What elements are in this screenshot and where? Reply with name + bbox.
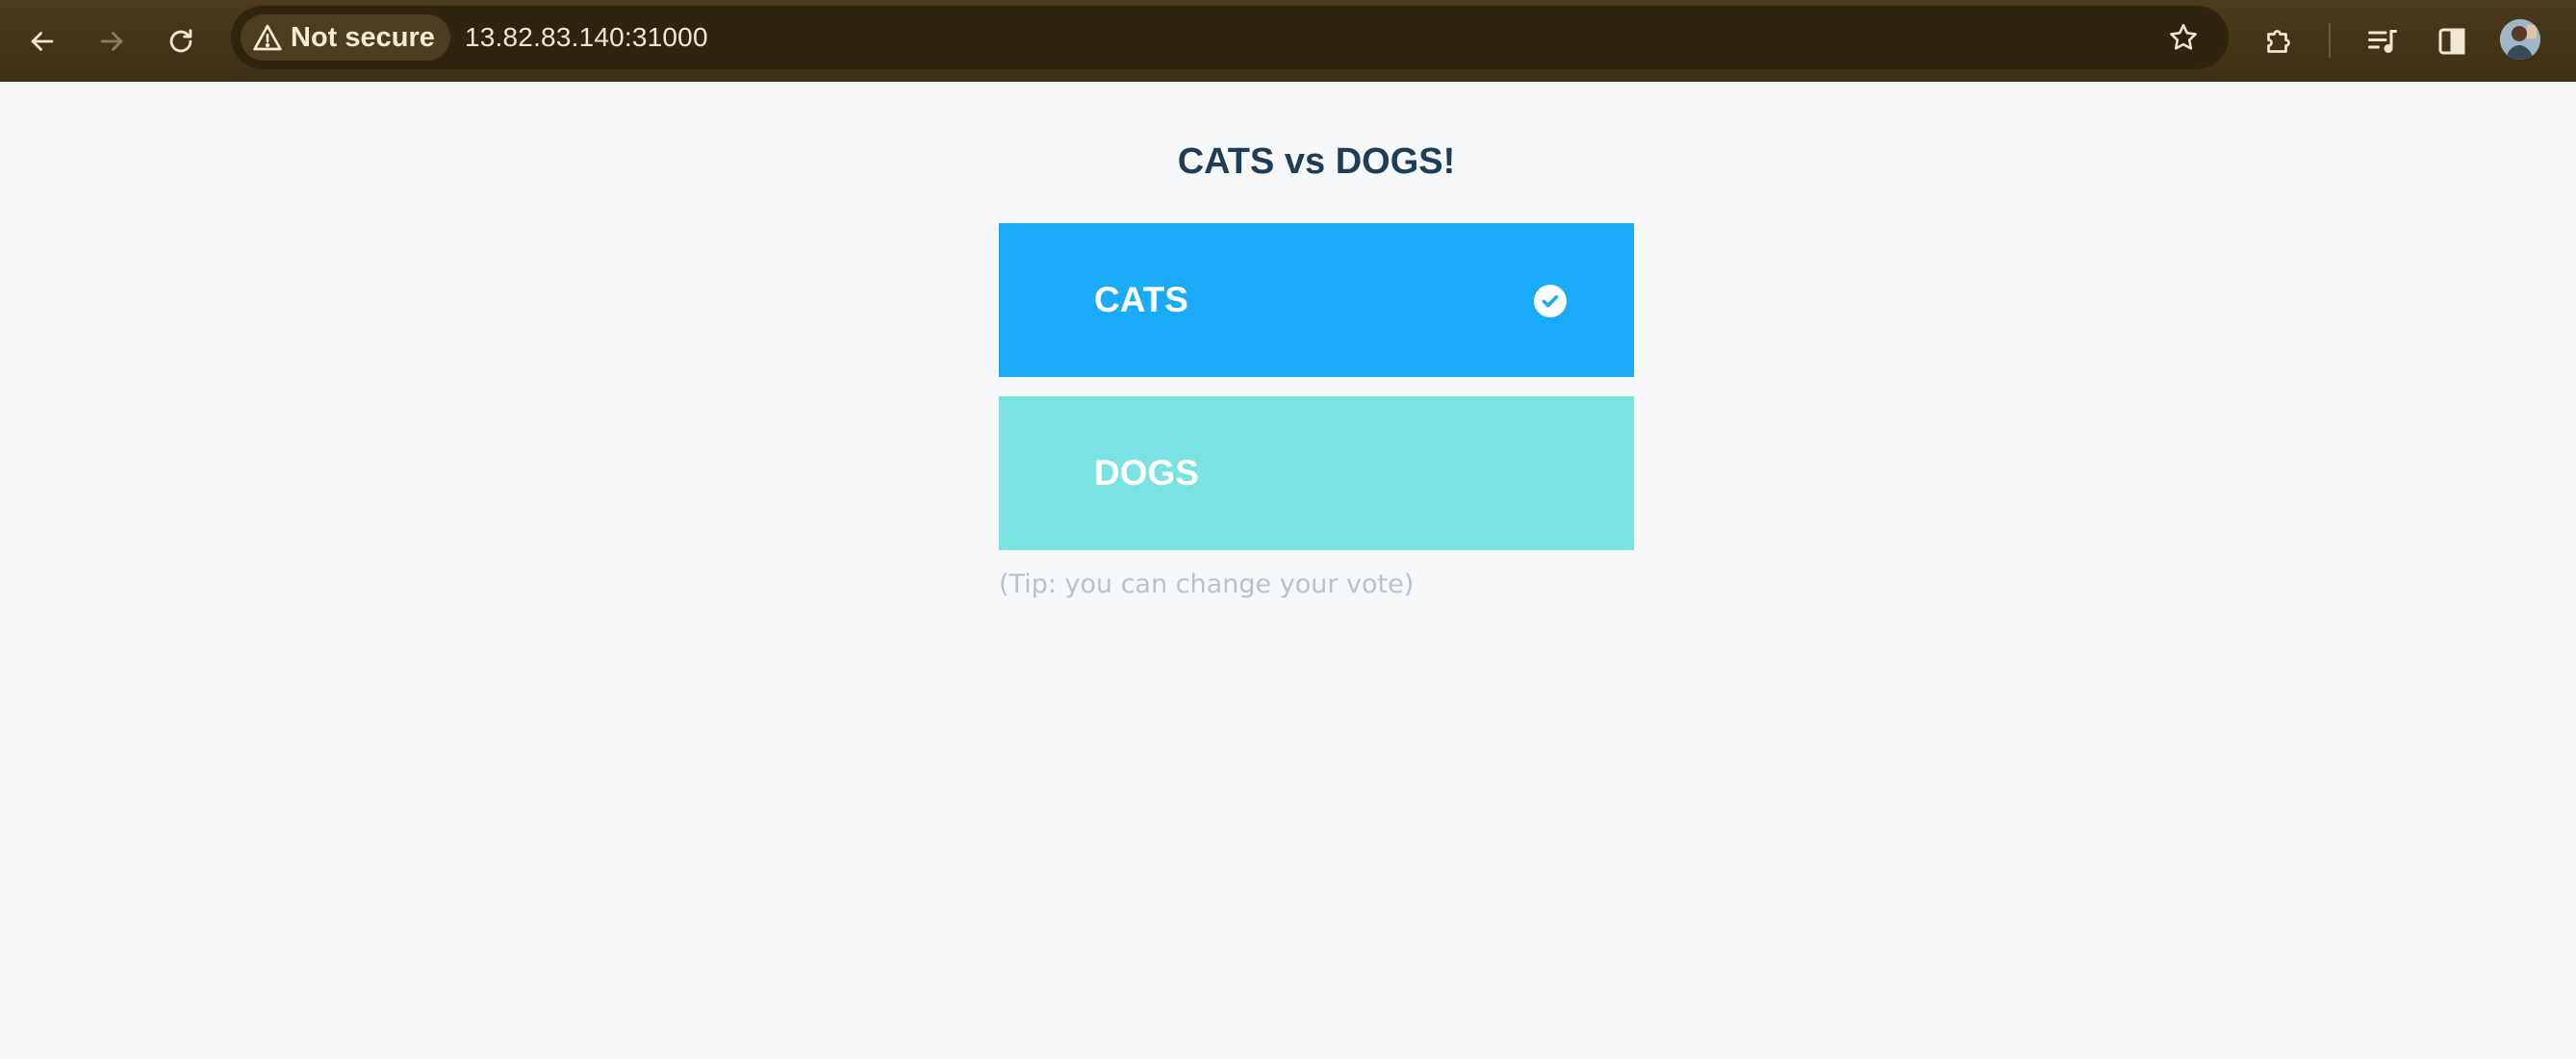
reload-icon <box>169 29 192 53</box>
vote-cats-label: CATS <box>1094 280 1188 319</box>
tip-text: (Tip: you can change your vote) <box>999 569 1415 599</box>
security-label: Not secure <box>291 21 435 53</box>
extensions-button[interactable] <box>2253 15 2305 67</box>
page-title: CATS vs DOGS! <box>1177 141 1456 182</box>
extensions-icon <box>2267 30 2290 53</box>
check-circle-icon <box>1534 285 1567 317</box>
vote-dogs-button[interactable]: DOGS <box>999 396 1634 550</box>
profile-avatar[interactable] <box>2500 19 2540 60</box>
media-controls-icon <box>2368 30 2397 53</box>
star-icon <box>2170 23 2197 50</box>
side-panel-button[interactable] <box>2426 15 2478 67</box>
security-indicator[interactable]: Not secure <box>241 14 450 61</box>
forward-button[interactable] <box>86 15 138 67</box>
address-bar[interactable]: Not secure 13.82.83.140:31000 <box>231 6 2229 69</box>
side-panel-icon <box>2438 28 2465 55</box>
avatar-image <box>2500 19 2540 60</box>
vote-dogs-label: DOGS <box>1094 453 1199 492</box>
back-arrow-icon <box>31 32 54 51</box>
reload-button[interactable] <box>155 15 207 67</box>
vote-cats-button[interactable]: CATS <box>999 223 1634 377</box>
back-button[interactable] <box>16 15 68 67</box>
warning-icon <box>253 24 282 51</box>
page-content: CATS vs DOGS! CATS DOGS (Tip: you can ch… <box>0 82 2576 1059</box>
bookmark-button[interactable] <box>2163 17 2204 58</box>
toolbar-separator <box>2329 23 2331 58</box>
url-text[interactable]: 13.82.83.140:31000 <box>465 6 708 69</box>
browser-toolbar: Not secure 13.82.83.140:31000 <box>0 0 2576 82</box>
forward-arrow-icon <box>100 32 123 51</box>
media-controls-button[interactable] <box>2357 15 2409 67</box>
